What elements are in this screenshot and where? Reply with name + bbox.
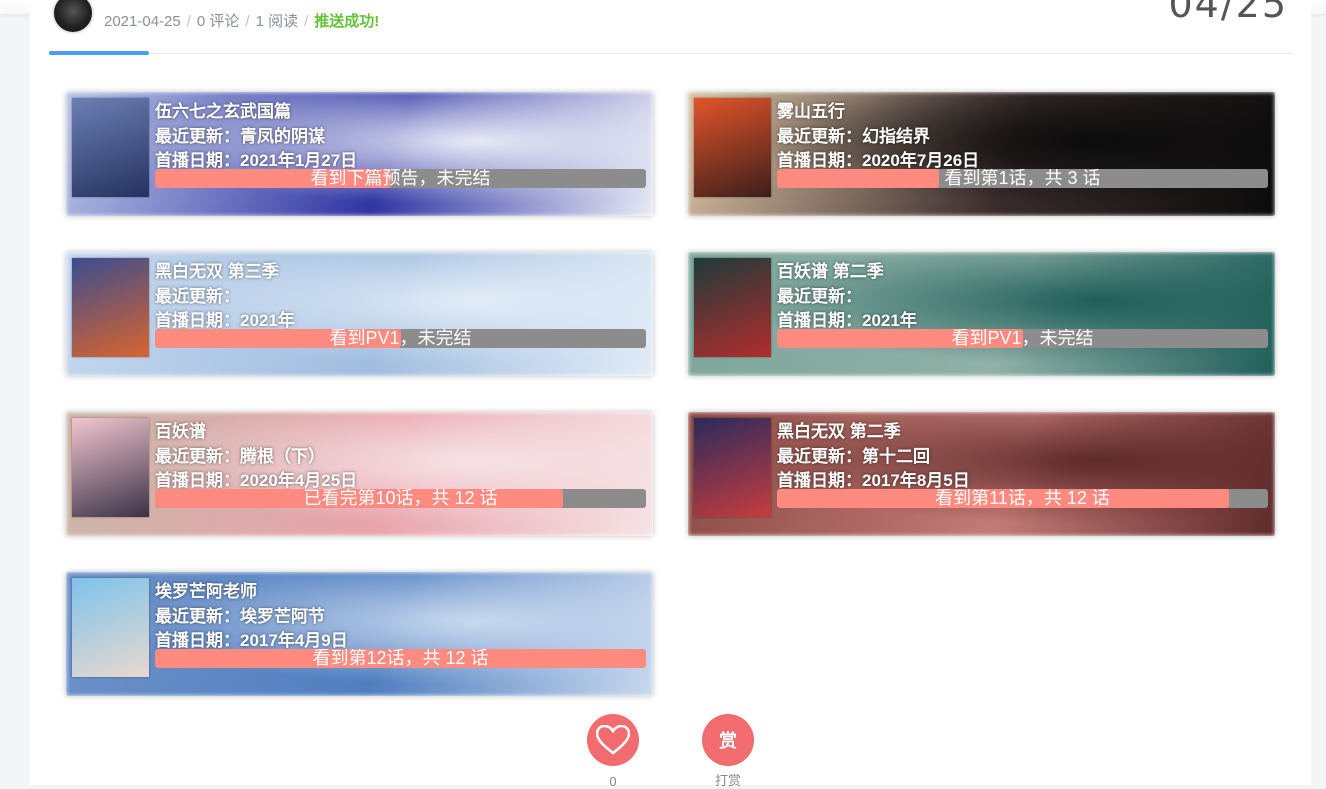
bangumi-card[interactable]: 埃罗芒阿老师 最近更新：埃罗芒阿节 首播日期：2017年4月9日 看到第12话，共 1… [66,572,653,696]
bangumi-latest: 最近更新：埃罗芒阿节 [155,606,325,626]
bangumi-progress: 看到第1话，共 3 话 [777,169,1268,188]
bangumi-latest: 最近更新： [777,286,862,306]
bangumi-title[interactable]: 百妖谱 第二季 [777,260,917,285]
bangumi-card[interactable]: 黑白无双 第三季 最近更新： 首播日期：2021年看到PV1，未完结 [66,252,653,376]
post-actions: 0 赏 打赏 [0,714,1326,789]
progress-text: 看到第12话，共 12 话 [312,649,489,668]
bangumi-info: 黑白无双 第三季 最近更新： 首播日期：2021年 [155,260,295,334]
bangumi-progress: 看到第11话，共 12 话 [777,489,1268,508]
bangumi-card[interactable]: 百妖谱 第二季 最近更新： 首播日期：2021年看到PV1，未完结 [688,252,1275,376]
like-button[interactable] [587,714,639,766]
bangumi-cover[interactable] [694,98,771,197]
bangumi-card[interactable]: 伍六七之玄武国篇 最近更新：青凤的阴谋 首播日期：2021年1月27日 看到下篇预告，… [66,92,653,216]
post-date-large: 04/25 [1168,0,1288,26]
reward-icon: 赏 [719,731,737,751]
bangumi-cover[interactable] [72,98,149,197]
progress-text: 看到第11话，共 12 话 [935,489,1110,508]
bangumi-title[interactable]: 百妖谱 [155,420,357,445]
progress-text: 看到PV1，未完结 [951,329,1094,348]
progress-text: 看到PV1，未完结 [329,329,472,348]
bangumi-title[interactable]: 黑白无双 第三季 [155,260,295,285]
bangumi-info: 百妖谱 第二季 最近更新： 首播日期：2021年 [777,260,917,334]
bangumi-latest: 最近更新：青凤的阴谋 [155,126,325,146]
bangumi-title[interactable]: 黑白无双 第二季 [777,420,970,445]
bangumi-card[interactable]: 黑白无双 第二季 最近更新：第十二回 首播日期：2017年8月5日 看到第11话，共 … [688,412,1275,536]
bangumi-progress: 看到PV1，未完结 [155,329,646,348]
bangumi-cover[interactable] [72,258,149,357]
bangumi-title[interactable]: 雾山五行 [777,100,979,125]
bangumi-latest: 最近更新：第十二回 [777,446,930,466]
like-count: 0 [609,774,617,789]
reward-label: 打赏 [714,773,741,788]
bangumi-info: 黑白无双 第二季 最近更新：第十二回 首播日期：2017年8月5日 [777,420,970,494]
bangumi-cover[interactable] [694,418,771,517]
bangumi-latest: 最近更新： [155,286,240,306]
progress-text: 看到第1话，共 3 话 [944,169,1101,188]
bangumi-cover[interactable] [72,578,149,677]
bangumi-progress: 看到第12话，共 12 话 [155,649,646,668]
meta-separator: / [245,13,250,30]
progress-text: 看到下篇预告，未完结 [310,169,491,188]
meta-divider-accent [49,51,149,55]
push-status: 推送成功! [314,13,380,30]
bangumi-progress: 看到PV1，未完结 [777,329,1268,348]
bangumi-progress: 看到下篇预告，未完结 [155,169,646,188]
bangumi-latest: 最近更新：幻指结界 [777,126,930,146]
bangumi-cover[interactable] [694,258,771,357]
post-meta: 2021-04-25 / 0 评论 / 1 阅读 / 推送成功! [104,10,379,31]
post-date: 2021-04-25 [104,13,181,30]
post-comments[interactable]: 0 评论 [197,13,240,30]
heart-icon [596,725,630,755]
bangumi-card[interactable]: 百妖谱 最近更新：腾根（下） 首播日期：2020年4月25日 已看完第10话，共 12… [66,412,653,536]
bangumi-progress: 已看完第10话，共 12 话 [155,489,646,508]
bangumi-latest: 最近更新：腾根（下） [155,446,325,466]
meta-divider [49,53,1292,54]
bangumi-cover[interactable] [72,418,149,517]
progress-text: 已看完第10话，共 12 话 [303,489,498,508]
meta-separator: / [304,13,309,30]
bangumi-title[interactable]: 伍六七之玄武国篇 [155,100,357,125]
bangumi-info: 百妖谱 最近更新：腾根（下） 首播日期：2020年4月25日 [155,420,357,494]
meta-separator: / [186,13,191,30]
bangumi-info: 伍六七之玄武国篇 最近更新：青凤的阴谋 首播日期：2021年1月27日 [155,100,357,174]
post-reads: 1 阅读 [255,13,299,30]
bangumi-info: 雾山五行 最近更新：幻指结界 首播日期：2020年7月26日 [777,100,979,174]
bangumi-info: 埃罗芒阿老师 最近更新：埃罗芒阿节 首播日期：2017年4月9日 [155,580,348,654]
reward-button[interactable]: 赏 [702,714,754,766]
bangumi-title[interactable]: 埃罗芒阿老师 [155,580,348,605]
bangumi-card[interactable]: 雾山五行 最近更新：幻指结界 首播日期：2020年7月26日 看到第1话，共 3 话 [688,92,1275,216]
